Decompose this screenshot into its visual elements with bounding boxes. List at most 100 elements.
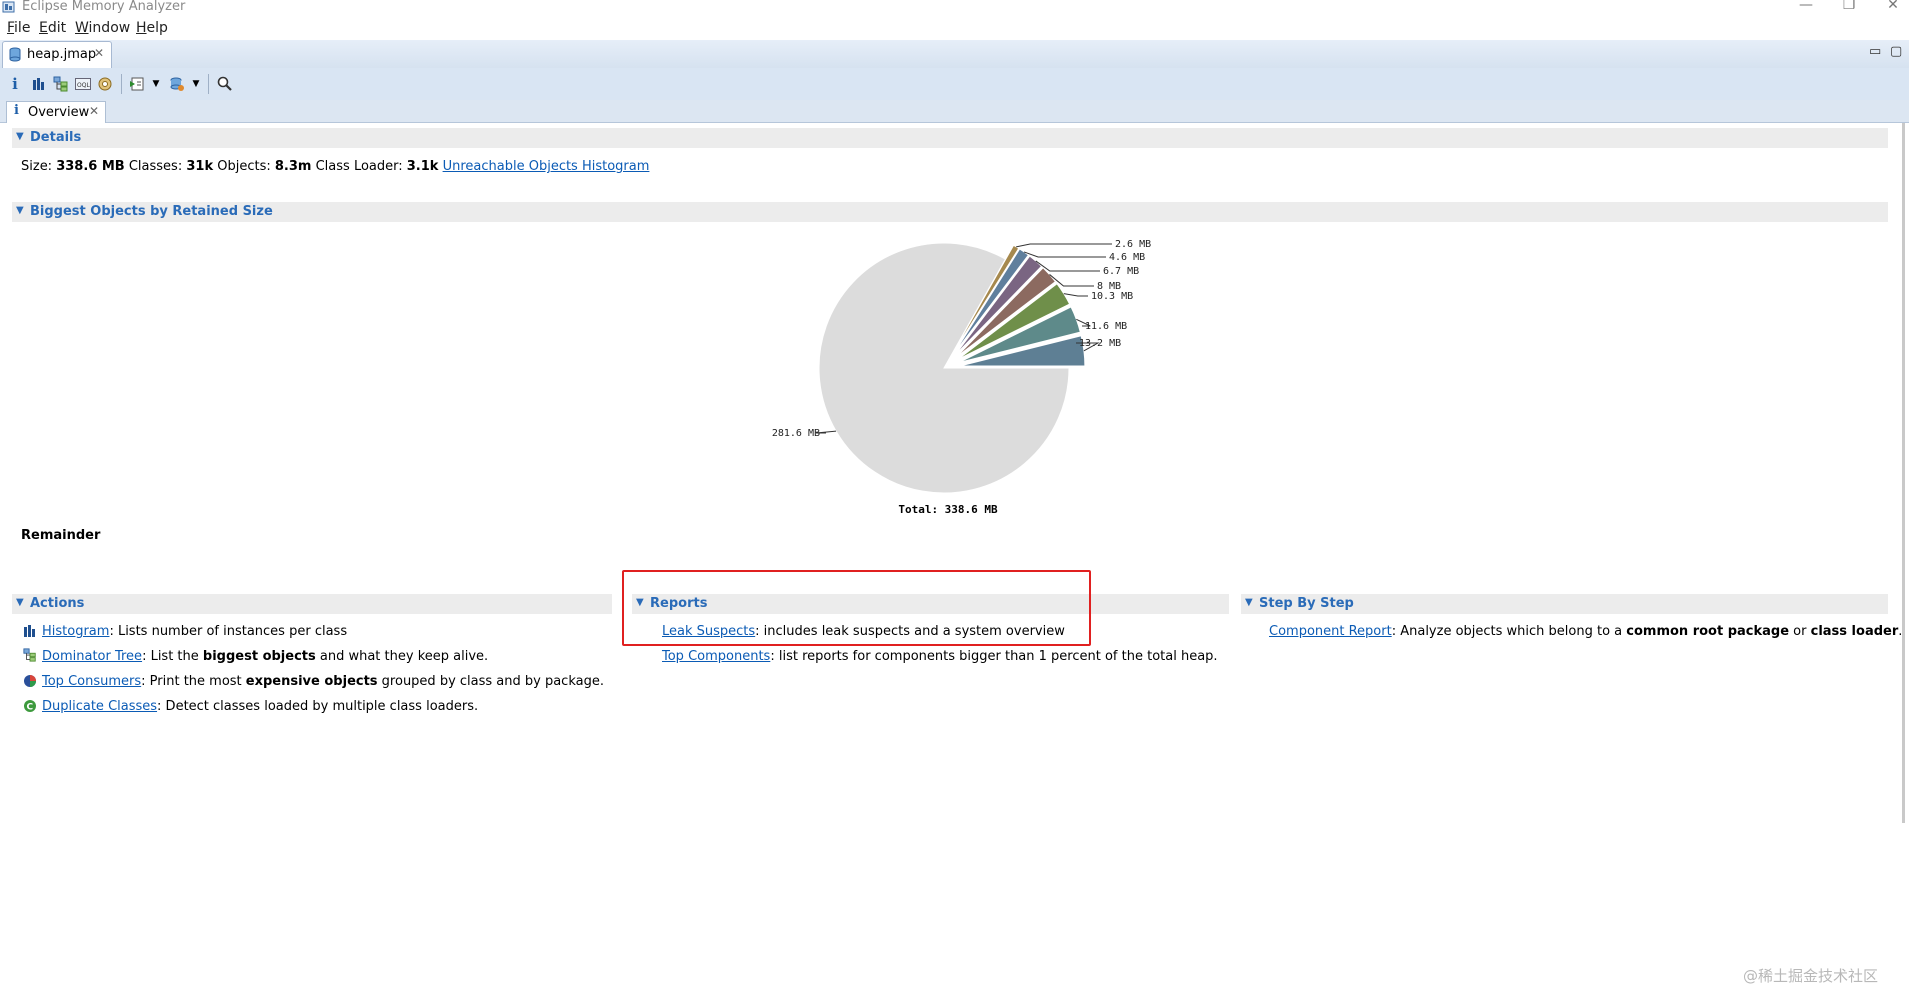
menu-bar: File Edit Window Help <box>0 17 1909 39</box>
toolbar: i OQL ▼ ▼ <box>0 68 1909 101</box>
minimize-editor-button[interactable]: ▭ <box>1869 44 1881 59</box>
report-top-components: Top Components: list reports for compone… <box>662 649 1218 664</box>
heap-file-icon <box>9 47 21 62</box>
svg-text:C: C <box>27 703 34 713</box>
pie-slice-label: 6.7 MB <box>1103 266 1139 277</box>
search-icon[interactable] <box>216 75 234 93</box>
objects-label: Objects: <box>217 159 271 174</box>
pie-slice-label: 8 MB <box>1097 281 1121 292</box>
component-report-desc-bold2: class loader <box>1810 624 1899 639</box>
step-component-report: Component Report: Analyze objects which … <box>1269 624 1902 639</box>
pie-slice-label: 10.3 MB <box>1091 291 1133 302</box>
overview-info-icon[interactable]: i <box>6 75 24 93</box>
close-tab-icon[interactable]: ✕ <box>89 104 99 118</box>
editor-tab-label: heap.jmap <box>27 47 97 62</box>
component-report-desc-bold1: common root package <box>1626 624 1790 639</box>
top-consumers-desc-post: grouped by class and by package. <box>377 674 604 689</box>
maximize-editor-button[interactable]: ▢ <box>1890 44 1902 59</box>
retained-size-pie-chart: 13.2 MB 11.6 MB 10.3 MB8 MB 6.7 MB 4.6 MB 2.6… <box>772 239 1151 516</box>
pie-slice-label: 11.6 MB <box>1085 321 1127 332</box>
chevron-down-icon: ▼ <box>16 205 24 216</box>
pie-slice-label: 281.6 MB <box>772 428 820 439</box>
watermark: @稀土掘金技术社区 <box>1743 967 1879 985</box>
biggest-objects-title: Biggest Objects by Retained Size <box>30 204 273 219</box>
dominator-tree-desc-post: and what they keep alive. <box>315 649 489 664</box>
top-components-description: : list reports for components bigger tha… <box>770 649 1218 664</box>
action-duplicate-classes: Duplicate Classes: Detect classes loaded… <box>42 699 478 714</box>
top-consumers-desc-pre: : Print the most <box>141 674 246 689</box>
actions-section-header[interactable]: ▼ Actions <box>12 594 612 614</box>
biggest-objects-section-header[interactable]: ▼ Biggest Objects by Retained Size <box>12 202 1888 222</box>
dominator-tree-desc-pre: : List the <box>142 649 203 664</box>
class-loader-label: Class Loader: <box>315 159 403 174</box>
objects-value: 8.3m <box>274 159 312 174</box>
tab-overview[interactable]: i Overview ✕ <box>6 101 106 123</box>
top-consumers-icon <box>24 675 36 687</box>
editor-tab-strip: heap.jmap ✕ ▭ ▢ <box>0 40 1909 69</box>
classes-label: Classes: <box>128 159 183 174</box>
menu-help[interactable]: Help <box>136 20 168 36</box>
toolbar-separator <box>121 74 122 94</box>
top-consumers-desc-bold: expensive objects <box>245 674 378 689</box>
component-report-desc-pre: : Analyze objects which belong to a <box>1391 624 1627 639</box>
vertical-scrollbar[interactable] <box>1902 123 1905 823</box>
inner-tab-strip: i Overview ✕ <box>0 100 1909 123</box>
memory-analyzer-icon <box>2 1 15 13</box>
chevron-down-icon[interactable]: ▼ <box>191 75 201 93</box>
svg-text:OQL: OQL <box>77 82 90 89</box>
dominator-tree-link[interactable]: Dominator Tree <box>42 649 142 664</box>
histogram-toolbar-icon[interactable] <box>30 75 48 93</box>
editor-tab-heap[interactable]: heap.jmap ✕ <box>2 41 112 68</box>
tab-overview-label: Overview <box>28 105 90 120</box>
size-value: 338.6 MB <box>56 159 125 174</box>
action-top-consumers: Top Consumers: Print the most expensive … <box>42 674 604 689</box>
action-dominator-tree: Dominator Tree: List the biggest objects… <box>42 649 488 664</box>
size-label: Size: <box>21 159 53 174</box>
dominator-tree-toolbar-icon[interactable] <box>52 75 70 93</box>
restore-window-button[interactable]: ❐ <box>1839 0 1859 13</box>
pie-slice-label: 13.2 MB <box>1079 338 1121 349</box>
duplicate-classes-desc: : Detect classes loaded by multiple clas… <box>157 699 479 714</box>
run-report-icon[interactable] <box>128 75 146 93</box>
histogram-link[interactable]: Histogram <box>42 624 109 639</box>
top-components-link[interactable]: Top Components <box>662 649 770 664</box>
chevron-down-icon: ▼ <box>1245 597 1253 608</box>
chevron-down-icon: ▼ <box>16 597 24 608</box>
details-section-header[interactable]: ▼ Details <box>12 128 1888 148</box>
details-summary: Size: 338.6 MB Classes: 31k Objects: 8.3… <box>21 159 649 174</box>
component-report-link[interactable]: Component Report <box>1269 624 1392 639</box>
duplicate-classes-icon: C <box>24 700 36 713</box>
pie-leader-line <box>1023 251 1106 258</box>
details-title: Details <box>30 130 82 145</box>
histogram-description: : Lists number of instances per class <box>109 624 348 639</box>
query-browser-icon[interactable] <box>168 75 186 93</box>
unreachable-objects-histogram-link[interactable]: Unreachable Objects Histogram <box>443 159 650 174</box>
chevron-down-icon: ▼ <box>16 131 24 142</box>
minimize-window-button[interactable]: — <box>1796 0 1816 13</box>
top-consumers-link[interactable]: Top Consumers <box>42 674 141 689</box>
oql-icon[interactable]: OQL <box>74 75 92 93</box>
close-tab-icon[interactable]: ✕ <box>94 46 104 60</box>
dominator-tree-icon <box>23 648 36 662</box>
step-by-step-section-header[interactable]: ▼ Step By Step <box>1241 594 1888 614</box>
pie-total-label: Total: 338.6 MB <box>898 503 998 516</box>
pie-slice-label: 2.6 MB <box>1115 239 1151 250</box>
actions-title: Actions <box>30 596 85 611</box>
action-histogram: Histogram: Lists number of instances per… <box>42 624 347 639</box>
component-report-desc-post: . <box>1898 624 1903 639</box>
remainder-label: Remainder <box>21 528 101 543</box>
duplicate-classes-link[interactable]: Duplicate Classes <box>42 699 157 714</box>
menu-edit[interactable]: Edit <box>39 20 66 36</box>
toolbar-separator <box>208 74 209 94</box>
classes-value: 31k <box>186 159 214 174</box>
highlight-box <box>622 570 1091 646</box>
pie-leader-line <box>1063 293 1088 297</box>
chevron-down-icon[interactable]: ▼ <box>151 75 161 93</box>
class-loader-value: 3.1k <box>406 159 439 174</box>
close-window-button[interactable]: ✕ <box>1883 0 1903 13</box>
menu-window[interactable]: Window <box>75 20 130 36</box>
menu-file[interactable]: File <box>7 20 30 36</box>
component-report-desc-mid: or <box>1789 624 1811 639</box>
pie-slice-label: 4.6 MB <box>1109 252 1145 263</box>
heap-dump-overview-icon[interactable] <box>96 75 114 93</box>
